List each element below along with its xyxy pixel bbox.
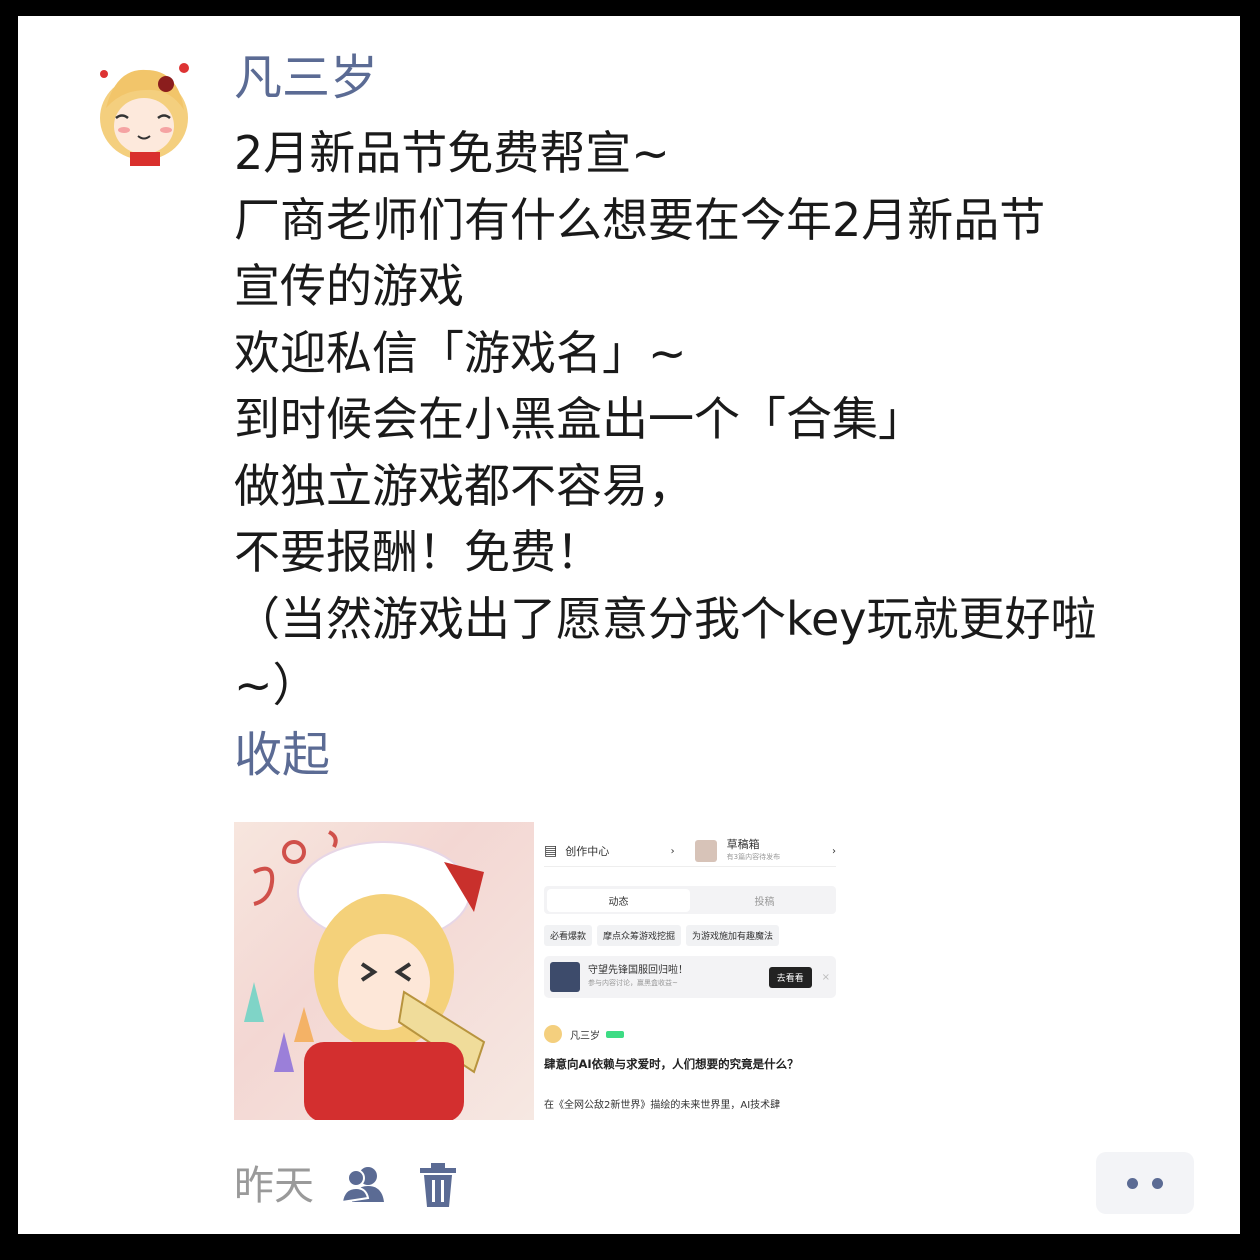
post-line: 厂商老师们有什么想要在今年2月新品节 (234, 192, 1046, 247)
more-button[interactable] (1096, 1152, 1194, 1214)
tab-submit: 投稿 (754, 896, 775, 908)
promo-button: 去看看 (768, 966, 812, 988)
post-line: 宣传的游戏 (234, 259, 464, 313)
chip: 摩点众筹游戏挖掘 (597, 924, 682, 946)
more-icon (1127, 1177, 1138, 1189)
post-line: （当然游戏出了愿意分我个key玩就更好啦 (234, 591, 1097, 646)
creator-center-label: 创作中心 (565, 845, 610, 858)
post-line: 做独立游戏都不容易， (234, 458, 694, 513)
avatar[interactable] (86, 48, 204, 166)
post-line: 2月新品节免费帮宣~ (234, 126, 670, 180)
app-screenshot-image: ▤ 创作中心 › 草稿箱 有3篇内容待发布 › 动态 投稿 必看爆款 摩点众筹游… (534, 822, 846, 1120)
promo-subtitle: 参与内容讨论，赢黑盒收益~ (588, 979, 678, 987)
mini-post-title: 肆意向AI依赖与求爱时，人们想要的究竟是什么？ (544, 1057, 799, 1071)
drafts-subtitle: 有3篇内容待发布 (726, 853, 781, 861)
chip: 为游戏施加有趣魔法 (686, 924, 780, 946)
promo-title: 守望先锋国服回归啦！ (588, 965, 688, 976)
post-image[interactable]: ▤ 创作中心 › 草稿箱 有3篇内容待发布 › 动态 投稿 必看爆款 摩点众筹游… (234, 822, 846, 1120)
tab-dynamic: 动态 (547, 888, 690, 912)
friends-visibility-icon[interactable] (340, 1160, 388, 1210)
post-line: ~） (234, 658, 319, 712)
post-author-mini: 凡三岁 (570, 1030, 600, 1042)
drafts-title: 草稿箱 (726, 838, 760, 851)
anime-girl-megaphone-image (234, 822, 534, 1120)
post-text: 2月新品节免费帮宣~ 厂商老师们有什么想要在今年2月新品节 宣传的游戏 欢迎私信… (234, 120, 1204, 719)
post-line: 不要报酬！免费！ (234, 525, 602, 579)
trash-icon[interactable] (416, 1160, 464, 1210)
post-time: 昨天 (234, 1163, 314, 1209)
post-line: 到时候会在小黑盒出一个「合集」 (234, 392, 924, 446)
collapse-link[interactable]: 收起 (234, 722, 330, 788)
post-line: 欢迎私信「游戏名」~ (234, 325, 687, 380)
mini-post-excerpt: 在《全网公敌2新世界》描绘的未来世界里，AI技术肆 (544, 1100, 781, 1111)
more-icon (1152, 1177, 1163, 1189)
chip: 必看爆款 (544, 924, 593, 946)
author-name[interactable]: 凡三岁 (234, 46, 378, 110)
